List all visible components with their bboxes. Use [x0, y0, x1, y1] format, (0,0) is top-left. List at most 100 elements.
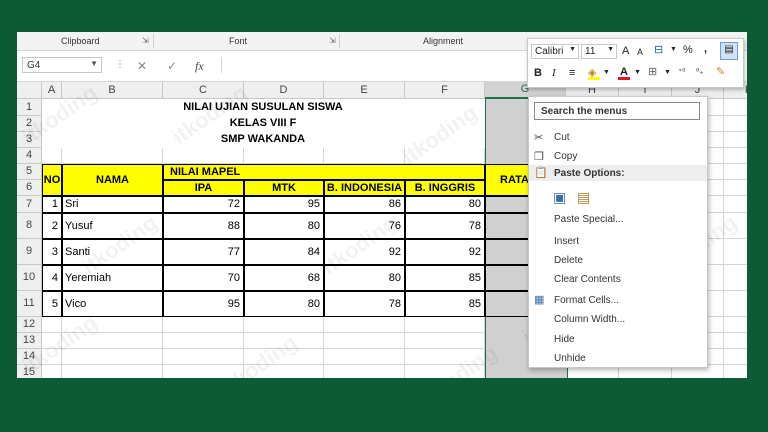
row-header-4[interactable]: 4: [17, 148, 42, 164]
row-header-14[interactable]: 14: [17, 349, 42, 365]
chevron-down-icon[interactable]: ▼: [634, 66, 641, 80]
row-header-8[interactable]: 8: [17, 213, 42, 239]
cell[interactable]: [724, 333, 747, 349]
row-header-3[interactable]: 3: [17, 132, 42, 148]
cell[interactable]: [724, 317, 747, 333]
percent-style-icon[interactable]: %: [683, 43, 693, 57]
cell[interactable]: [405, 365, 485, 378]
cell[interactable]: [42, 317, 62, 333]
column-header-a[interactable]: A: [42, 82, 62, 99]
cell[interactable]: [724, 164, 747, 180]
row-header-15[interactable]: 15: [17, 365, 42, 378]
search-menus-input[interactable]: Search the menus: [534, 102, 700, 120]
enter-icon[interactable]: ✓: [167, 59, 177, 73]
menu-item-paste-special[interactable]: Paste Special...: [554, 214, 623, 225]
cell[interactable]: [724, 132, 747, 148]
clipboard-launcher-icon[interactable]: ⇲: [142, 36, 149, 45]
menu-item-insert[interactable]: Insert: [554, 236, 579, 247]
chevron-down-icon[interactable]: ▼: [664, 66, 671, 80]
cell[interactable]: [324, 333, 405, 349]
cell[interactable]: [405, 333, 485, 349]
cell[interactable]: [724, 148, 747, 164]
cell[interactable]: [163, 148, 244, 164]
cell[interactable]: [244, 317, 324, 333]
column-header-e[interactable]: E: [324, 82, 405, 99]
decrease-font-icon[interactable]: A: [637, 45, 643, 59]
format-painter-icon[interactable]: ✎: [716, 65, 725, 79]
cell[interactable]: [724, 265, 747, 291]
cell[interactable]: [62, 317, 163, 333]
cell[interactable]: [324, 148, 405, 164]
font-launcher-icon[interactable]: ⇲: [329, 36, 336, 45]
menu-item-column-width[interactable]: Column Width...: [554, 314, 625, 325]
font-name-box[interactable]: Calibri ▼: [531, 44, 579, 59]
increase-decimal-icon[interactable]: ⁺⁰: [678, 65, 685, 79]
row-header-2[interactable]: 2: [17, 116, 42, 132]
cell[interactable]: [163, 349, 244, 365]
cell[interactable]: [244, 333, 324, 349]
row-header-6[interactable]: 6: [17, 180, 42, 196]
align-center-icon[interactable]: ≡: [569, 66, 575, 80]
row-header-9[interactable]: 9: [17, 239, 42, 265]
format-table-icon[interactable]: ▤: [720, 42, 738, 60]
cell[interactable]: [724, 213, 747, 239]
menu-item-hide[interactable]: Hide: [554, 334, 575, 345]
cell[interactable]: [405, 148, 485, 164]
cell[interactable]: [42, 365, 62, 378]
cell[interactable]: [724, 349, 747, 365]
font-size-box[interactable]: 11 ▼: [581, 44, 617, 59]
cell[interactable]: [62, 333, 163, 349]
menu-item-clear-contents[interactable]: Clear Contents: [554, 274, 621, 285]
menu-item-copy[interactable]: Copy: [554, 151, 577, 162]
chevron-down-icon[interactable]: ▼: [670, 43, 677, 57]
chevron-down-icon[interactable]: ▼: [603, 66, 610, 80]
cell[interactable]: [324, 365, 405, 378]
italic-button[interactable]: I: [552, 66, 556, 80]
row-header-1[interactable]: 1: [17, 99, 42, 116]
select-all-corner[interactable]: [17, 82, 42, 99]
cell[interactable]: [724, 99, 747, 116]
menu-item-unhide[interactable]: Unhide: [554, 353, 586, 364]
cell[interactable]: [724, 365, 747, 378]
cell[interactable]: [163, 317, 244, 333]
decrease-decimal-icon[interactable]: ⁰₊: [696, 65, 703, 79]
cancel-icon[interactable]: ✕: [137, 59, 147, 73]
menu-item-delete[interactable]: Delete: [554, 255, 583, 266]
number-format-icon[interactable]: ⊟: [654, 43, 663, 57]
cell[interactable]: [324, 317, 405, 333]
name-box[interactable]: G4 ▼: [22, 57, 102, 73]
cell[interactable]: [42, 349, 62, 365]
cell[interactable]: [62, 365, 163, 378]
cell[interactable]: [42, 148, 62, 164]
column-header-d[interactable]: D: [244, 82, 324, 99]
paste-values-icon[interactable]: ▤: [577, 189, 590, 206]
cell[interactable]: [163, 365, 244, 378]
cell[interactable]: [405, 317, 485, 333]
chevron-down-icon[interactable]: ▼: [607, 46, 614, 53]
menu-item-cut[interactable]: Cut: [554, 132, 570, 143]
row-header-11[interactable]: 11: [17, 291, 42, 317]
cell[interactable]: [405, 349, 485, 365]
cell[interactable]: [724, 196, 747, 213]
bold-button[interactable]: B: [534, 66, 542, 80]
row-header-5[interactable]: 5: [17, 164, 42, 180]
increase-font-icon[interactable]: A: [622, 44, 629, 58]
menu-item-format-cells[interactable]: Format Cells...: [554, 295, 619, 306]
cell[interactable]: [724, 180, 747, 196]
cell[interactable]: [244, 365, 324, 378]
cell[interactable]: [724, 239, 747, 265]
column-header-b[interactable]: B: [62, 82, 163, 99]
cell[interactable]: [62, 349, 163, 365]
paste-icon[interactable]: ▣: [553, 189, 566, 206]
cell[interactable]: [42, 333, 62, 349]
chevron-down-icon[interactable]: ▼: [90, 59, 98, 68]
cell[interactable]: [244, 349, 324, 365]
comma-style-icon[interactable]: ,: [704, 42, 707, 56]
chevron-down-icon[interactable]: ▼: [569, 46, 576, 53]
cell[interactable]: [244, 148, 324, 164]
insert-function-icon[interactable]: fx: [195, 59, 204, 74]
column-header-c[interactable]: C: [163, 82, 244, 99]
column-header-f[interactable]: F: [405, 82, 485, 99]
row-header-10[interactable]: 10: [17, 265, 42, 291]
row-header-13[interactable]: 13: [17, 333, 42, 349]
